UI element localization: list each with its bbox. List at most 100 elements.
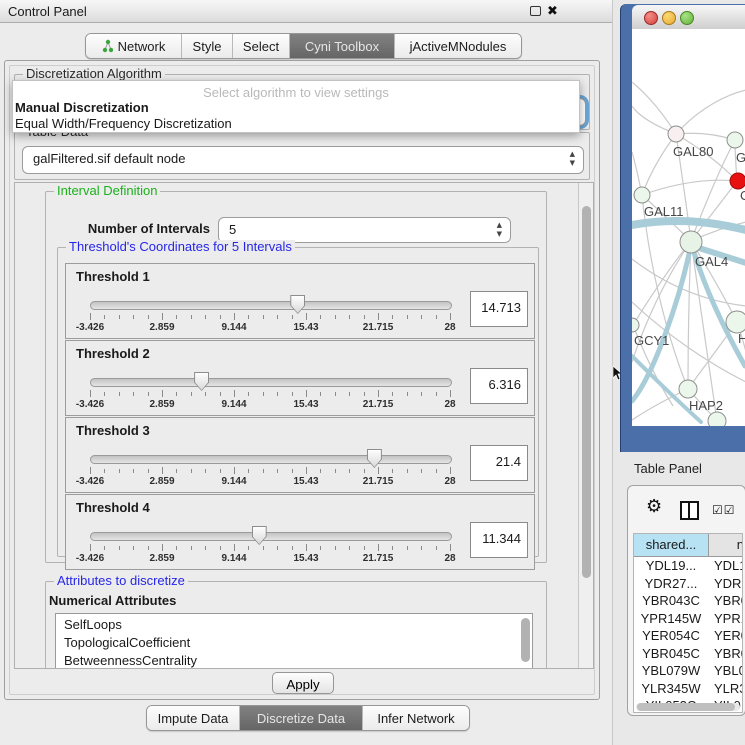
major-tick <box>90 390 91 397</box>
attribute-item[interactable]: SelfLoops <box>64 617 122 632</box>
threshold-value-field[interactable]: 21.4 <box>470 445 528 481</box>
minor-tick <box>220 392 221 396</box>
table-cell-name[interactable]: YBR0 <box>714 592 743 610</box>
checkboxes-icon[interactable]: ☑☑ <box>712 503 736 517</box>
tick-label: 2.859 <box>140 553 184 564</box>
minor-tick <box>277 546 278 550</box>
table-cell-shared-name[interactable]: YBL079W <box>634 662 708 680</box>
settings-scrollbar-track[interactable] <box>578 183 594 668</box>
network-node-gal4[interactable] <box>680 231 702 253</box>
network-window: GAL80GACGAL11GAL4GCY1HHAP2 <box>620 4 745 452</box>
network-node-gal80[interactable] <box>668 126 684 142</box>
tick-label: 9.144 <box>212 322 256 333</box>
table-cell-shared-name[interactable]: YBR043C <box>634 592 708 610</box>
bottom-tab-discretize-data[interactable]: Discretize Data <box>239 706 362 730</box>
list-scrollbar-thumb[interactable] <box>521 618 530 662</box>
table-cell-name[interactable]: YER0 <box>714 627 743 645</box>
apply-button[interactable]: Apply <box>272 672 334 694</box>
table-cell-name[interactable]: YPR1 <box>714 610 743 628</box>
tab-style[interactable]: Style <box>181 34 232 58</box>
gear-icon[interactable]: ⚙ <box>646 496 662 517</box>
threshold-label: Threshold 3 <box>76 423 150 438</box>
threshold-slider-thumb[interactable] <box>252 526 267 545</box>
network-window-titlebar <box>632 5 745 30</box>
minor-tick <box>176 546 177 550</box>
network-node-ga[interactable] <box>727 132 743 148</box>
network-node[interactable] <box>708 412 726 426</box>
table-hscrollbar-track[interactable] <box>636 703 740 711</box>
threshold-slider-track[interactable] <box>90 532 452 541</box>
table-cell-shared-name[interactable]: YPR145W <box>634 610 708 628</box>
threshold-value-field[interactable]: 11.344 <box>470 522 528 558</box>
tab-network[interactable]: Network <box>86 34 181 58</box>
control-panel-window: Control Panel ✖ NetworkStyleSelectCyni T… <box>0 0 613 745</box>
table-cell-shared-name[interactable]: YLR345W <box>634 680 708 698</box>
table-cell-name[interactable]: YLR3 <box>714 680 743 698</box>
close-icon[interactable]: ✖ <box>547 3 558 19</box>
threshold-slider-track[interactable] <box>90 378 452 387</box>
threshold-slider-track[interactable] <box>90 455 452 464</box>
threshold-slider-thumb[interactable] <box>194 372 209 391</box>
threshold-slider-thumb[interactable] <box>290 295 305 314</box>
minor-tick <box>176 392 177 396</box>
network-edge[interactable] <box>632 82 676 134</box>
major-tick <box>234 313 235 320</box>
tab-cyni-toolbox[interactable]: Cyni Toolbox <box>289 34 394 58</box>
table-cell-shared-name[interactable]: YDR27... <box>634 575 708 593</box>
network-node-c[interactable] <box>730 173 745 189</box>
traffic-close-icon[interactable] <box>644 11 658 25</box>
table-cell-name[interactable]: YBL0 <box>714 662 743 680</box>
threshold-slider-thumb[interactable] <box>367 449 382 468</box>
minor-tick <box>292 315 293 319</box>
table-cell-shared-name[interactable]: YER054C <box>634 627 708 645</box>
screen: Control Panel ✖ NetworkStyleSelectCyni T… <box>0 0 745 745</box>
table-cell-name[interactable]: YDR2 <box>714 575 743 593</box>
table-cell-name[interactable]: YBR0 <box>714 645 743 663</box>
bottom-tab-infer-network[interactable]: Infer Network <box>362 706 469 730</box>
traffic-minimize-icon[interactable] <box>662 11 676 25</box>
threshold-slider-track[interactable] <box>90 301 452 310</box>
tick-label: 21.715 <box>356 476 400 487</box>
table-cell-shared-name[interactable]: YDL19... <box>634 557 708 575</box>
column-header-shared-name[interactable]: shared... <box>634 534 709 557</box>
split-columns-icon[interactable] <box>680 501 699 520</box>
minor-tick <box>133 546 134 550</box>
minor-tick <box>349 315 350 319</box>
tab-jactivemnodules[interactable]: jActiveMNodules <box>394 34 521 58</box>
table-cell-shared-name[interactable]: YBR045C <box>634 645 708 663</box>
network-edge[interactable] <box>676 90 745 134</box>
node-attribute-table[interactable]: shared... na YDL19...YDL1YDR27...YDR2YBR… <box>633 533 743 713</box>
network-node-gal11[interactable] <box>634 187 650 203</box>
major-tick <box>306 544 307 551</box>
table-hscrollbar-thumb[interactable] <box>637 703 735 711</box>
network-canvas[interactable]: GAL80GACGAL11GAL4GCY1HHAP2 <box>632 29 745 426</box>
traffic-zoom-icon[interactable] <box>680 11 694 25</box>
bottom-tab-impute-data[interactable]: Impute Data <box>147 706 239 730</box>
table-data-combobox[interactable]: galFiltered.sif default node ▲▼ <box>22 146 584 174</box>
threshold-value-field[interactable]: 14.713 <box>470 291 528 327</box>
tick-label: 15.43 <box>284 553 328 564</box>
minor-tick <box>392 392 393 396</box>
network-edge[interactable] <box>642 180 737 195</box>
float-window-icon[interactable] <box>530 6 541 16</box>
tick-label: 9.144 <box>212 399 256 410</box>
tab-select[interactable]: Select <box>232 34 289 58</box>
minor-tick <box>421 315 422 319</box>
attribute-item[interactable]: BetweennessCentrality <box>64 653 197 668</box>
column-header-name[interactable]: na <box>709 534 743 557</box>
dropdown-option-manual[interactable]: Manual Discretization <box>15 100 149 115</box>
minor-tick <box>133 315 134 319</box>
dropdown-option-equal-width[interactable]: Equal Width/Frequency Discretization <box>15 116 232 131</box>
threshold-value-field[interactable]: 6.316 <box>470 368 528 404</box>
major-tick <box>90 313 91 320</box>
table-data-selected-value: galFiltered.sif default node <box>33 147 185 171</box>
numerical-attributes-list[interactable]: SelfLoops TopologicalCoefficient Betweenne… <box>55 613 533 669</box>
table-cell-name[interactable]: YDL1 <box>714 557 743 575</box>
algorithm-dropdown-popup: Select algorithm to view settings Manual… <box>12 80 580 133</box>
settings-scrollbar-thumb[interactable] <box>582 206 591 578</box>
network-node-hap2[interactable] <box>679 380 697 398</box>
network-node-h[interactable] <box>726 311 745 333</box>
tick-label: 15.43 <box>284 399 328 410</box>
network-node-gcy1[interactable] <box>632 318 639 332</box>
attribute-item[interactable]: TopologicalCoefficient <box>64 635 190 650</box>
